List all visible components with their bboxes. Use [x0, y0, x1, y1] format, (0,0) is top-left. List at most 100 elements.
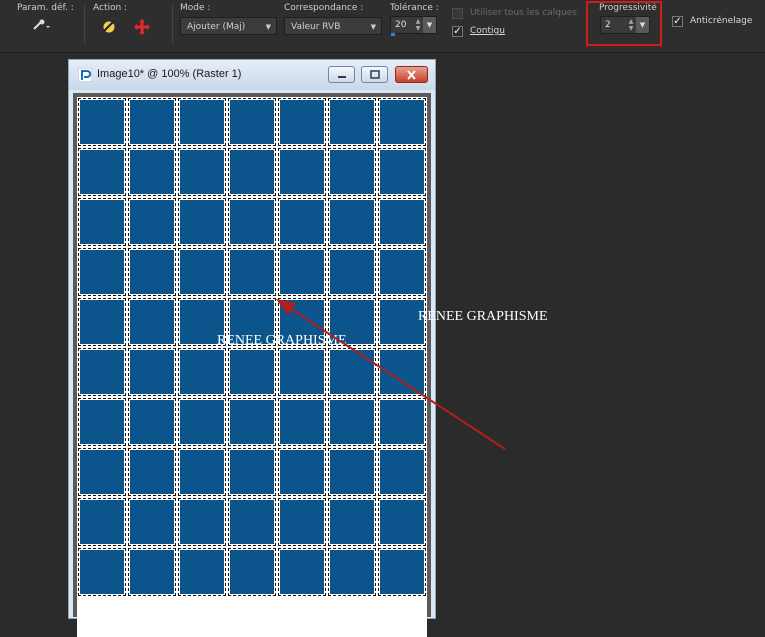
selected-cell: [128, 548, 176, 596]
selected-cell: [78, 248, 126, 296]
window-title: Image10* @ 100% (Raster 1): [97, 68, 242, 80]
match-label: Correspondance :: [284, 3, 364, 13]
selected-cell: [178, 548, 226, 596]
cross-move-icon: [134, 19, 150, 35]
selected-cell: [178, 98, 226, 146]
selected-cell: [278, 548, 326, 596]
magic-wand-preset-icon: [33, 19, 50, 30]
selected-cell: [328, 148, 376, 196]
app-logo-icon: [78, 68, 92, 82]
maximize-icon: [369, 70, 380, 79]
close-button[interactable]: [395, 66, 428, 83]
selected-cell: [78, 548, 126, 596]
selected-cell: [78, 98, 126, 146]
watermark-text: RENEE GRAPHISME: [217, 333, 347, 348]
selected-cell: [178, 498, 226, 546]
selected-cell: [128, 498, 176, 546]
tolerance-spinbox[interactable]: 20 ▲ ▼ ▼: [390, 16, 437, 34]
use-all-layers-label: Utiliser tous les calques: [470, 8, 577, 18]
selected-cell: [378, 348, 426, 396]
maximize-button[interactable]: [361, 66, 388, 83]
select-all-icon: [102, 20, 116, 34]
selected-cell: [328, 98, 376, 146]
selected-cell: [278, 348, 326, 396]
selected-cell: [228, 498, 276, 546]
match-mode-value: Valeur RVB: [291, 22, 341, 32]
check-icon: ✓: [673, 16, 682, 27]
separator: [172, 4, 173, 44]
antialias-checkbox[interactable]: ✓: [672, 16, 683, 27]
selected-cell: [328, 198, 376, 246]
selected-cell: [328, 448, 376, 496]
selected-cell: [378, 198, 426, 246]
tolerance-slider-indicator: [391, 33, 395, 36]
selected-cell: [278, 398, 326, 446]
selected-cell: [128, 348, 176, 396]
selected-cell: [178, 348, 226, 396]
selected-cell: [378, 448, 426, 496]
presets-label: Param. déf. :: [17, 3, 74, 13]
selected-cell: [178, 148, 226, 196]
selected-cell: [328, 548, 376, 596]
selected-cell: [378, 148, 426, 196]
minimize-button[interactable]: [328, 66, 355, 83]
contiguous-label: Contigu: [470, 26, 505, 36]
presets-group: Param. déf. :: [17, 3, 74, 13]
selected-cell: [128, 248, 176, 296]
selected-cell: [378, 398, 426, 446]
tolerance-group: Tolérance :: [390, 3, 439, 13]
selected-cell: [228, 398, 276, 446]
window-titlebar[interactable]: Image10* @ 100% (Raster 1): [69, 60, 435, 90]
selected-cell: [78, 398, 126, 446]
selected-cell: [278, 148, 326, 196]
selected-cell: [378, 548, 426, 596]
selected-cell: [78, 198, 126, 246]
tolerance-slider-button[interactable]: ▼: [423, 17, 436, 33]
selected-cell: [178, 248, 226, 296]
selected-cell: [278, 248, 326, 296]
close-icon: [407, 69, 416, 80]
check-icon: ✓: [453, 26, 462, 37]
match-mode-dropdown[interactable]: Valeur RVB ▼: [284, 17, 382, 35]
spin-arrows-icon[interactable]: ▲ ▼: [414, 18, 422, 32]
use-all-layers-checkbox[interactable]: [452, 8, 463, 19]
selected-cell: [78, 148, 126, 196]
selected-cell: [228, 198, 276, 246]
selected-cell: [228, 98, 276, 146]
selected-cell: [328, 248, 376, 296]
antialias-label: Anticrénelage: [690, 16, 753, 26]
selected-cell: [128, 298, 176, 346]
selected-cell: [178, 198, 226, 246]
mode-dropdown[interactable]: Ajouter (Maj) ▼: [180, 17, 277, 35]
selected-cell: [328, 498, 376, 546]
selected-cell: [178, 398, 226, 446]
selected-cell: [128, 98, 176, 146]
chevron-down-icon: ▼: [426, 21, 433, 29]
tolerance-label: Tolérance :: [390, 3, 439, 13]
selected-cell: [78, 348, 126, 396]
selected-cell: [178, 448, 226, 496]
action-label: Action :: [93, 3, 128, 13]
selected-cell: [78, 448, 126, 496]
select-none-button[interactable]: [132, 18, 152, 36]
selected-cell: [78, 298, 126, 346]
selected-cell: [128, 448, 176, 496]
selected-cell: [228, 248, 276, 296]
select-all-button[interactable]: [99, 18, 119, 36]
tolerance-value: 20: [395, 20, 407, 30]
selected-cell: [328, 348, 376, 396]
presets-button[interactable]: [30, 16, 54, 34]
selected-cell: [78, 498, 126, 546]
mode-value: Ajouter (Maj): [187, 22, 246, 32]
selected-cell: [228, 548, 276, 596]
selected-cell: [378, 98, 426, 146]
selected-cell: [228, 148, 276, 196]
chevron-down-icon: ▼: [370, 23, 376, 31]
selected-cell: [278, 198, 326, 246]
feather-highlight-box: [586, 1, 662, 46]
image-canvas[interactable]: RENEE GRAPHISME: [77, 97, 427, 637]
selected-cell: [128, 148, 176, 196]
contiguous-checkbox[interactable]: ✓: [452, 26, 463, 37]
selected-cell: [378, 248, 426, 296]
chevron-down-icon: ▼: [265, 23, 271, 31]
